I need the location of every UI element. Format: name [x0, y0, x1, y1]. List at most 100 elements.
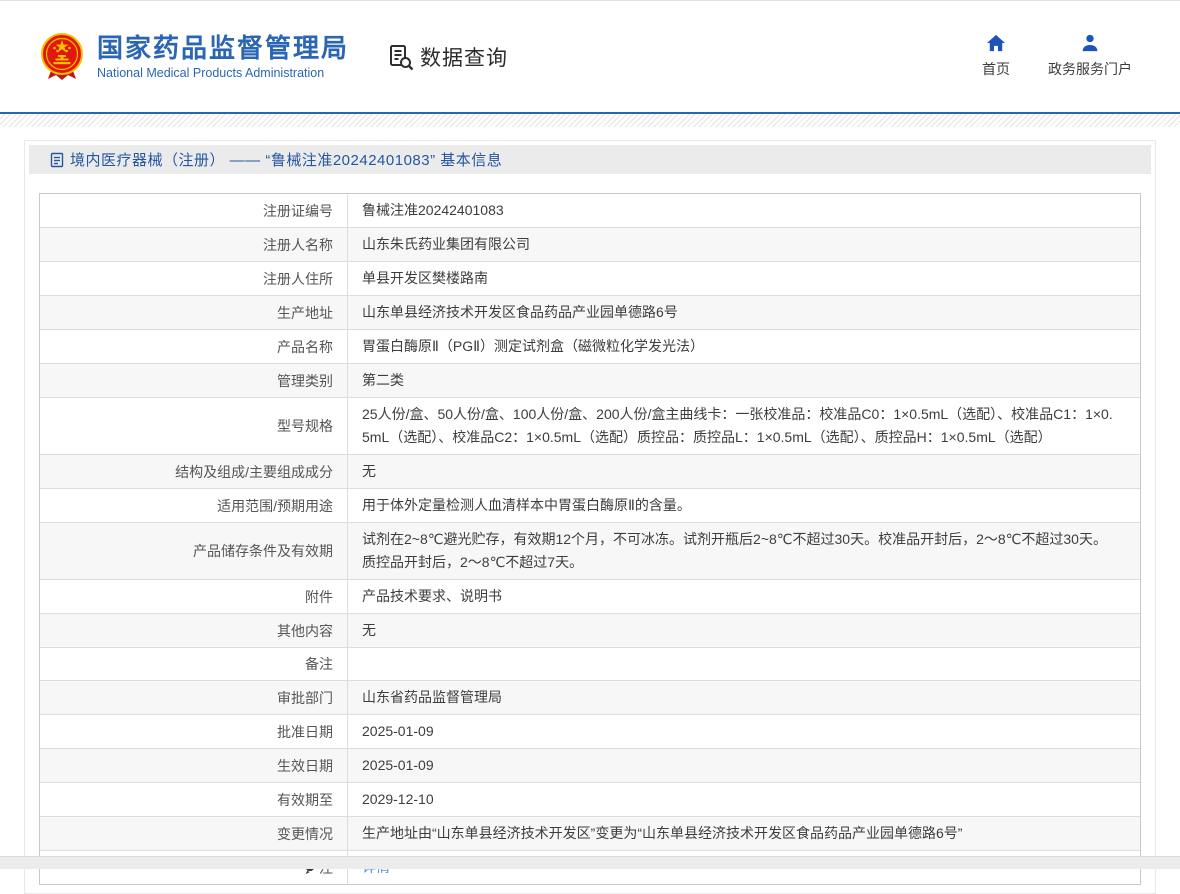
row-label-cell: 批准日期 [40, 715, 348, 748]
table-row: 产品名称 胃蛋白酶原Ⅱ（PGⅡ）测定试剂盒（磁微粒化学发光法） [40, 329, 1140, 363]
row-label: 适用范围/预期用途 [217, 495, 333, 517]
nav-label: 政务服务门户 [1048, 59, 1132, 79]
row-value: 无 [362, 619, 376, 642]
row-value: 鲁械注准20242401083 [362, 199, 504, 222]
table-row: 附件 产品技术要求、说明书 [40, 579, 1140, 613]
hatch-band [0, 114, 1180, 127]
row-value-cell: 无 [348, 614, 1140, 647]
row-value: 山东朱氏药业集团有限公司 [362, 233, 530, 256]
row-label-cell: 附件 [40, 580, 348, 613]
table-row: 批准日期 2025-01-09 [40, 714, 1140, 748]
nav-item-home[interactable]: 首页 [982, 34, 1010, 79]
table-row: 其他内容 无 [40, 613, 1140, 647]
footer-strip [0, 856, 1180, 869]
row-label: 附件 [305, 586, 333, 608]
row-value: 无 [362, 460, 376, 483]
row-value-cell: 产品技术要求、说明书 [348, 580, 1140, 613]
row-label-cell: 产品名称 [40, 330, 348, 363]
row-label-cell: 其他内容 [40, 614, 348, 647]
row-value: 2029-12-10 [362, 788, 434, 811]
row-value-cell: 单县开发区樊楼路南 [348, 262, 1140, 295]
row-value: 2025-01-09 [362, 754, 434, 777]
table-row: 结构及组成/主要组成成分 无 [40, 454, 1140, 488]
row-value-cell: 无 [348, 455, 1140, 488]
row-value-cell: 鲁械注准20242401083 [348, 194, 1140, 227]
row-value-cell: 2025-01-09 [348, 715, 1140, 748]
row-label: 变更情况 [277, 823, 333, 845]
data-query-icon [387, 43, 415, 71]
row-value: 胃蛋白酶原Ⅱ（PGⅡ）测定试剂盒（磁微粒化学发光法） [362, 335, 704, 358]
home-icon [986, 34, 1006, 52]
data-query-nav[interactable]: 数据查询 [387, 42, 508, 72]
table-row: 有效期至 2029-12-10 [40, 782, 1140, 816]
row-value-cell: 山东单县经济技术开发区食品药品产业园单德路6号 [348, 296, 1140, 329]
site-logo[interactable]: 国家药品监督管理局 National Medical Products Admi… [38, 32, 349, 82]
row-label-cell: 结构及组成/主要组成成分 [40, 455, 348, 488]
section-title-bar: 境内医疗器械（注册） —— “鲁械注准20242401083” 基本信息 [29, 145, 1151, 174]
row-label: 生效日期 [277, 755, 333, 777]
org-name-cn: 国家药品监督管理局 [97, 33, 349, 63]
row-label-cell: 审批部门 [40, 681, 348, 714]
row-value-cell: 胃蛋白酶原Ⅱ（PGⅡ）测定试剂盒（磁微粒化学发光法） [348, 330, 1140, 363]
row-value-cell: 25人份/盒、50人份/盒、100人份/盒、200人份/盒主曲线卡：一张校准品：… [348, 398, 1140, 454]
page-title: 境内医疗器械（注册） —— “鲁械注准20242401083” 基本信息 [70, 149, 502, 170]
row-label: 审批部门 [277, 687, 333, 709]
document-icon [50, 152, 64, 168]
table-row: 注册人住所 单县开发区樊楼路南 [40, 261, 1140, 295]
row-value: 2025-01-09 [362, 720, 434, 743]
row-label: 型号规格 [277, 415, 333, 437]
row-label-cell: 生效日期 [40, 749, 348, 782]
row-value: 产品技术要求、说明书 [362, 585, 502, 608]
row-label: 其他内容 [277, 620, 333, 642]
row-label: 产品储存条件及有效期 [193, 540, 333, 562]
row-label-cell: 型号规格 [40, 398, 348, 454]
row-value: 用于体外定量检测人血清样本中胃蛋白酶原Ⅱ的含量。 [362, 494, 691, 517]
row-label-cell: 变更情况 [40, 817, 348, 850]
row-label: 批准日期 [277, 721, 333, 743]
row-value-cell [348, 648, 1140, 680]
table-row: 注册证编号鲁械注准20242401083 [40, 194, 1140, 227]
row-label: 注册人住所 [263, 268, 333, 290]
table-row: 备注 [40, 647, 1140, 680]
row-value: 25人份/盒、50人份/盒、100人份/盒、200人份/盒主曲线卡：一张校准品：… [362, 403, 1116, 449]
row-label: 产品名称 [277, 336, 333, 358]
row-label-cell: 备注 [40, 648, 348, 680]
row-value: 山东省药品监督管理局 [362, 686, 502, 709]
org-name-en: National Medical Products Administration [97, 66, 349, 80]
person-icon [1080, 34, 1100, 52]
site-header: 国家药品监督管理局 National Medical Products Admi… [0, 1, 1180, 112]
table-row: 生产地址山东单县经济技术开发区食品药品产业园单德路6号 [40, 295, 1140, 329]
row-value-cell: 山东朱氏药业集团有限公司 [348, 228, 1140, 261]
header-nav: 首页 政务服务门户 [982, 34, 1132, 79]
table-row: 生效日期 2025-01-09 [40, 748, 1140, 782]
table-row: 型号规格 25人份/盒、50人份/盒、100人份/盒、200人份/盒主曲线卡：一张… [40, 397, 1140, 454]
row-label-cell: 管理类别 [40, 364, 348, 397]
national-emblem-icon [38, 32, 86, 82]
row-value: 单县开发区樊楼路南 [362, 267, 488, 290]
row-value-cell: 用于体外定量检测人血清样本中胃蛋白酶原Ⅱ的含量。 [348, 489, 1140, 522]
nav-item-gov-portal[interactable]: 政务服务门户 [1048, 34, 1132, 79]
row-value-cell: 2029-12-10 [348, 783, 1140, 816]
info-table: 注册证编号鲁械注准20242401083注册人名称山东朱氏药业集团有限公司注册人… [39, 193, 1141, 885]
row-label: 结构及组成/主要组成成分 [175, 461, 333, 483]
row-label-cell: 生产地址 [40, 296, 348, 329]
row-value: 试剂在2~8℃避光贮存，有效期12个月，不可冰冻。试剂开瓶后2~8℃不超过30天… [362, 528, 1116, 574]
row-value-cell: 试剂在2~8℃避光贮存，有效期12个月，不可冰冻。试剂开瓶后2~8℃不超过30天… [348, 523, 1140, 579]
row-label: 生产地址 [277, 302, 333, 324]
table-row: 审批部门 山东省药品监督管理局 [40, 680, 1140, 714]
row-value-cell: 生产地址由“山东单县经济技术开发区”变更为“山东单县经济技术开发区食品药品产业园… [348, 817, 1140, 850]
row-label: 注册人名称 [263, 234, 333, 256]
org-names: 国家药品监督管理局 National Medical Products Admi… [97, 33, 349, 80]
data-query-label: 数据查询 [420, 42, 508, 72]
row-label: 管理类别 [277, 370, 333, 392]
row-label: 备注 [305, 653, 333, 675]
row-label-cell: 有效期至 [40, 783, 348, 816]
nav-label: 首页 [982, 59, 1010, 79]
row-value-cell: 2025-01-09 [348, 749, 1140, 782]
row-value: 生产地址由“山东单县经济技术开发区”变更为“山东单县经济技术开发区食品药品产业园… [362, 822, 962, 845]
row-label-cell: 产品储存条件及有效期 [40, 523, 348, 579]
row-label-cell: 注册证编号 [40, 194, 348, 227]
row-label: 有效期至 [277, 789, 333, 811]
table-row: 注册人名称 山东朱氏药业集团有限公司 [40, 227, 1140, 261]
row-value-cell: 山东省药品监督管理局 [348, 681, 1140, 714]
